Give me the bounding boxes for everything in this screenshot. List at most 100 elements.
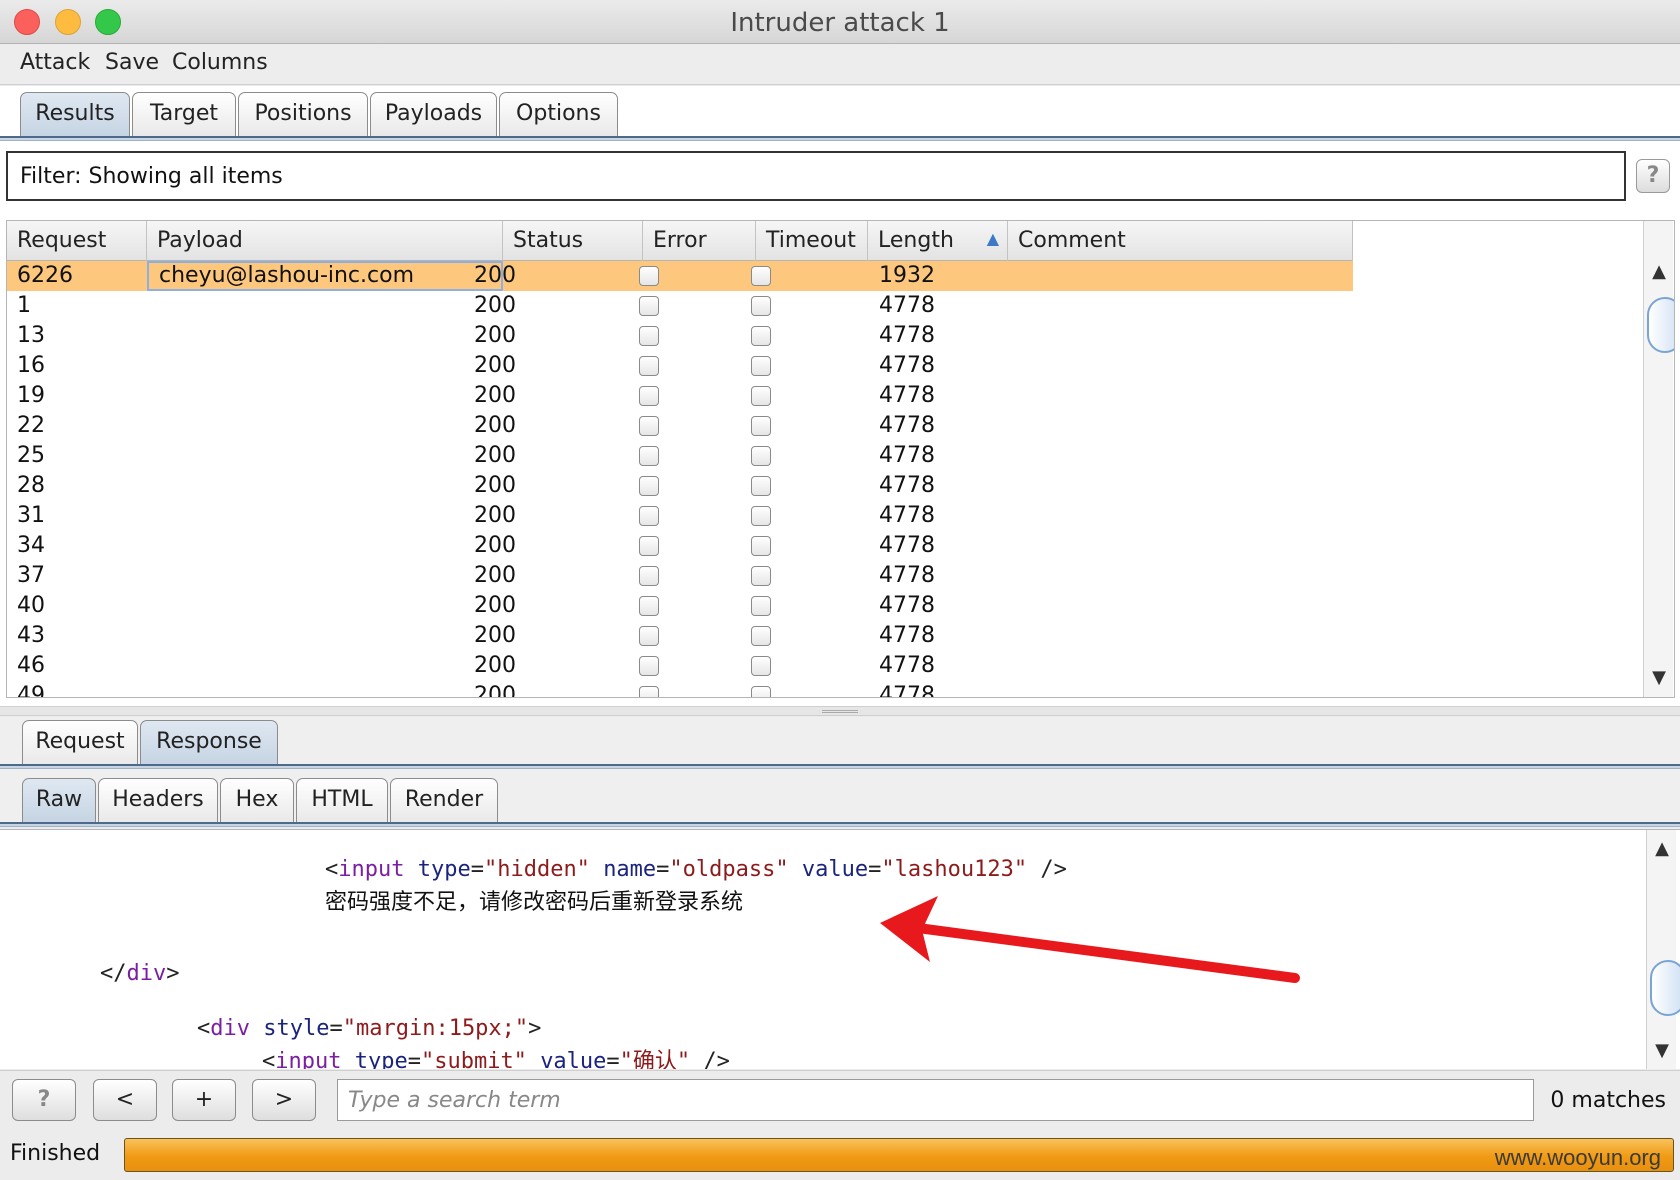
error-checkbox[interactable] xyxy=(639,266,659,286)
split-pane-divider[interactable] xyxy=(0,706,1680,716)
error-checkbox[interactable] xyxy=(639,626,659,646)
tab-target[interactable]: Target xyxy=(132,92,236,136)
error-checkbox[interactable] xyxy=(639,356,659,376)
error-checkbox[interactable] xyxy=(639,506,659,526)
error-checkbox[interactable] xyxy=(639,596,659,616)
scroll-down-icon[interactable]: ▼ xyxy=(1644,667,1674,688)
search-add-button[interactable]: + xyxy=(172,1079,236,1121)
table-row[interactable]: 16 200 4778 xyxy=(7,351,1353,381)
cell-status: 200 xyxy=(474,413,516,438)
error-checkbox[interactable] xyxy=(639,656,659,676)
table-row[interactable]: 13 200 4778 xyxy=(7,321,1353,351)
table-row[interactable]: 22 200 4778 xyxy=(7,411,1353,441)
timeout-checkbox[interactable] xyxy=(751,566,771,586)
menu-attack[interactable]: Attack xyxy=(20,50,90,75)
error-checkbox[interactable] xyxy=(639,476,659,496)
cell-length: 1932 xyxy=(879,263,935,288)
timeout-checkbox[interactable] xyxy=(751,416,771,436)
table-scroll-thumb[interactable] xyxy=(1647,297,1674,353)
scroll-up-icon[interactable]: ▲ xyxy=(1644,261,1674,282)
tab-options[interactable]: Options xyxy=(499,92,618,136)
cell-request: 28 xyxy=(17,473,45,498)
table-row[interactable]: 37 200 4778 xyxy=(7,561,1353,591)
tab-html[interactable]: HTML xyxy=(296,778,388,822)
search-next-button[interactable]: > xyxy=(252,1079,316,1121)
divider-grip-icon[interactable] xyxy=(822,710,858,713)
tab-request[interactable]: Request xyxy=(22,720,138,764)
cell-request: 49 xyxy=(17,683,45,698)
column-request[interactable]: Request xyxy=(7,221,147,261)
menu-columns[interactable]: Columns xyxy=(172,50,268,75)
column-comment[interactable]: Comment xyxy=(1008,221,1353,261)
table-body: 6226 cheyu@lashou-inc.com 200 1932 1 200 4778 1… xyxy=(7,261,1353,698)
editor-scroll-down-icon[interactable]: ▼ xyxy=(1647,1040,1677,1061)
cell-request: 1 xyxy=(17,293,31,318)
timeout-checkbox[interactable] xyxy=(751,326,771,346)
table-row[interactable]: 1 200 4778 xyxy=(7,291,1353,321)
timeout-checkbox[interactable] xyxy=(751,506,771,526)
column-status[interactable]: Status xyxy=(503,221,643,261)
timeout-checkbox[interactable] xyxy=(751,296,771,316)
progress-bar-fill xyxy=(125,1139,1673,1171)
error-checkbox[interactable] xyxy=(639,686,659,697)
table-row[interactable]: 6226 cheyu@lashou-inc.com 200 1932 xyxy=(7,261,1353,291)
timeout-checkbox[interactable] xyxy=(751,626,771,646)
column-length[interactable]: Length ▲ xyxy=(868,221,1008,261)
timeout-checkbox[interactable] xyxy=(751,446,771,466)
filter-bar[interactable]: Filter: Showing all items xyxy=(6,151,1626,201)
table-row[interactable]: 28 200 4778 xyxy=(7,471,1353,501)
error-checkbox[interactable] xyxy=(639,326,659,346)
tab-positions[interactable]: Positions xyxy=(238,92,368,136)
table-scrollbar[interactable]: ▲ ▼ xyxy=(1643,221,1674,697)
tab-raw[interactable]: Raw xyxy=(22,778,96,822)
table-row[interactable]: 19 200 4778 xyxy=(7,381,1353,411)
timeout-checkbox[interactable] xyxy=(751,686,771,697)
timeout-checkbox[interactable] xyxy=(751,596,771,616)
tab-render[interactable]: Render xyxy=(390,778,498,822)
table-row[interactable]: 31 200 4778 xyxy=(7,501,1353,531)
progress-bar: www.wooyun.org xyxy=(124,1138,1674,1172)
search-help-button[interactable]: ? xyxy=(12,1079,76,1121)
error-checkbox[interactable] xyxy=(639,536,659,556)
timeout-checkbox[interactable] xyxy=(751,656,771,676)
error-checkbox[interactable] xyxy=(639,566,659,586)
tab-response[interactable]: Response xyxy=(140,720,278,764)
filter-help-button[interactable]: ? xyxy=(1636,159,1670,193)
error-checkbox[interactable] xyxy=(639,386,659,406)
cell-status: 200 xyxy=(474,533,516,558)
timeout-checkbox[interactable] xyxy=(751,536,771,556)
editor-scroll-thumb[interactable] xyxy=(1650,960,1680,1016)
column-payload[interactable]: Payload xyxy=(147,221,503,261)
table-row[interactable]: 46 200 4778 xyxy=(7,651,1353,681)
menu-save[interactable]: Save xyxy=(105,50,159,75)
timeout-checkbox[interactable] xyxy=(751,476,771,496)
column-timeout[interactable]: Timeout xyxy=(756,221,868,261)
editor-scrollbar[interactable]: ▲ ▼ xyxy=(1646,830,1680,1069)
table-row[interactable]: 25 200 4778 xyxy=(7,441,1353,471)
editor-scroll-up-icon[interactable]: ▲ xyxy=(1647,838,1677,859)
table-header: Request Payload Status Error Timeout Len… xyxy=(7,221,1353,261)
view-tab-underline xyxy=(0,822,1680,827)
search-input[interactable] xyxy=(337,1079,1534,1121)
error-checkbox[interactable] xyxy=(639,296,659,316)
cell-status: 200 xyxy=(474,593,516,618)
timeout-checkbox[interactable] xyxy=(751,356,771,376)
error-checkbox[interactable] xyxy=(639,416,659,436)
table-row[interactable]: 34 200 4778 xyxy=(7,531,1353,561)
response-editor[interactable]: <input type="hidden" name="oldpass" valu… xyxy=(0,829,1680,1069)
error-checkbox[interactable] xyxy=(639,446,659,466)
column-error[interactable]: Error xyxy=(643,221,756,261)
timeout-checkbox[interactable] xyxy=(751,266,771,286)
window-title: Intruder attack 1 xyxy=(730,8,950,38)
tab-results[interactable]: Results xyxy=(20,92,130,136)
timeout-checkbox[interactable] xyxy=(751,386,771,406)
code-line-3: </div> xyxy=(100,961,180,986)
table-row[interactable]: 49 200 4778 xyxy=(7,681,1353,698)
tab-headers[interactable]: Headers xyxy=(98,778,218,822)
search-previous-button[interactable]: < xyxy=(93,1079,157,1121)
cell-status: 200 xyxy=(474,293,516,318)
tab-payloads[interactable]: Payloads xyxy=(370,92,497,136)
tab-hex[interactable]: Hex xyxy=(220,778,294,822)
table-row[interactable]: 43 200 4778 xyxy=(7,621,1353,651)
table-row[interactable]: 40 200 4778 xyxy=(7,591,1353,621)
